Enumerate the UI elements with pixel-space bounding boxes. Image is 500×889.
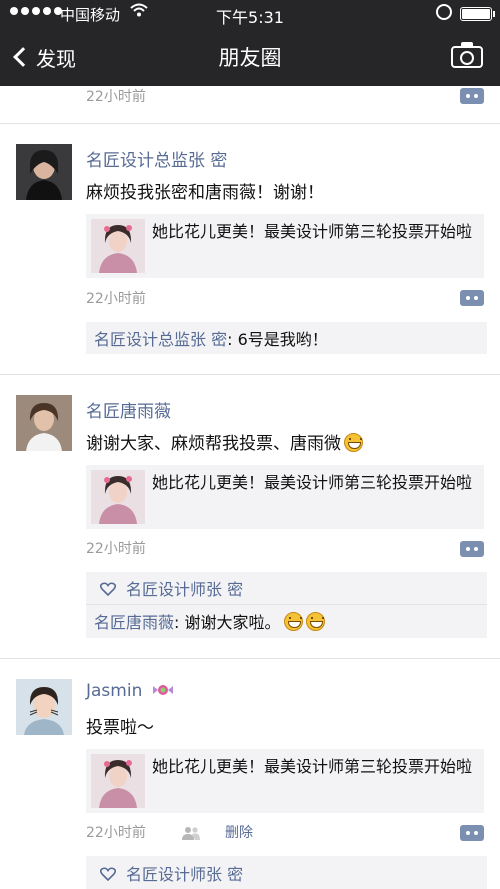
- camera-icon[interactable]: [451, 42, 483, 68]
- like-user[interactable]: 名匠设计师张 密: [126, 576, 243, 600]
- post-time: 22小时前: [86, 541, 146, 557]
- like-user[interactable]: 名匠设计师张 密: [126, 861, 243, 885]
- link-thumbnail: [91, 754, 145, 808]
- link-title: 她比花儿更美！最美设计师第三轮投票开始啦: [152, 757, 473, 776]
- comment[interactable]: 名匠设计总监张 密 : 6号是我哟！: [86, 322, 487, 354]
- link-title: 她比花儿更美！最美设计师第三轮投票开始啦: [152, 473, 473, 492]
- avatar[interactable]: [16, 144, 72, 200]
- shared-link-card[interactable]: 她比花儿更美！最美设计师第三轮投票开始啦: [86, 465, 484, 529]
- comment-author[interactable]: 名匠唐雨薇: [94, 609, 174, 633]
- post-text: 投票啦～: [86, 718, 154, 738]
- author-name[interactable]: Jasmin: [86, 681, 174, 701]
- avatar[interactable]: [16, 679, 72, 735]
- post: 名匠设计总监张 密 麻烦投我张密和唐雨薇！谢谢！ 她比花儿更美！最美设计师第三轮…: [0, 124, 500, 374]
- navigation-bar: 发现 朋友圈: [0, 28, 500, 86]
- candy-icon: [152, 685, 173, 695]
- delete-button[interactable]: 删除: [225, 822, 253, 842]
- grin-emoji-icon: [344, 433, 363, 452]
- shared-link-card[interactable]: 她比花儿更美！最美设计师第三轮投票开始啦: [86, 749, 484, 813]
- link-thumbnail: [91, 470, 145, 524]
- moments-feed[interactable]: 22小时前 名匠设计总监张 密 麻烦投我张密和唐雨薇！谢谢！ 她比花儿更美！最美…: [0, 86, 500, 889]
- post: Jasmin 投票啦～ 她比花儿更美！最美设计师第三轮投票开始啦 22小时前 删…: [0, 659, 500, 889]
- battery-icon: [460, 7, 495, 21]
- link-title: 她比花儿更美！最美设计师第三轮投票开始啦: [152, 222, 473, 241]
- page-title: 朋友圈: [218, 46, 282, 70]
- comment-text: : 6号是我哟！: [227, 330, 328, 349]
- shared-link-card[interactable]: 她比花儿更美！最美设计师第三轮投票开始啦: [86, 214, 484, 278]
- post-time: 22小时前: [86, 291, 146, 307]
- comment-text: : 谢谢大家啦。: [174, 613, 281, 632]
- author-name[interactable]: 名匠设计总监张 密: [86, 146, 227, 171]
- post-time: 22小时前: [86, 89, 146, 105]
- comment-icon[interactable]: [460, 88, 484, 104]
- comment-author[interactable]: 名匠设计总监张 密: [94, 326, 227, 350]
- people-icon[interactable]: [181, 825, 201, 840]
- post-time: 22小时前: [86, 825, 146, 841]
- post-text: 麻烦投我张密和唐雨薇！谢谢！: [86, 183, 324, 203]
- post: 名匠唐雨薇 谢谢大家、麻烦帮我投票、唐雨微 她比花儿更美！最美设计师第三轮投票开…: [0, 375, 500, 658]
- heart-icon: [99, 581, 117, 597]
- top-bar: 中国移动 下午5:31 发现 朋友圈: [0, 0, 500, 86]
- status-time: 下午5:31: [216, 8, 284, 27]
- comment-icon[interactable]: [460, 825, 484, 841]
- link-thumbnail: [91, 219, 145, 273]
- comment-area: 名匠设计总监张 密 : 6号是我哟！: [86, 322, 487, 354]
- comment-icon[interactable]: [460, 541, 484, 557]
- comment-area: 名匠设计师张 密: [86, 856, 487, 889]
- comment-icon[interactable]: [460, 290, 484, 306]
- comment-area: 名匠设计师张 密 名匠唐雨薇 : 谢谢大家啦。: [86, 572, 487, 638]
- author-name[interactable]: 名匠唐雨薇: [86, 397, 171, 422]
- rotation-lock-icon: [436, 4, 452, 20]
- post-text: 谢谢大家、麻烦帮我投票、唐雨微: [86, 429, 363, 454]
- comment[interactable]: 名匠唐雨薇 : 谢谢大家啦。: [86, 605, 487, 637]
- status-bar: 中国移动 下午5:31: [0, 0, 500, 28]
- like-list: 名匠设计师张 密: [86, 572, 487, 605]
- grin-emoji-icon: [305, 611, 325, 631]
- grin-emoji-icon: [283, 611, 303, 631]
- like-list: 名匠设计师张 密: [86, 856, 487, 889]
- heart-icon: [99, 866, 117, 881]
- avatar[interactable]: [16, 395, 72, 451]
